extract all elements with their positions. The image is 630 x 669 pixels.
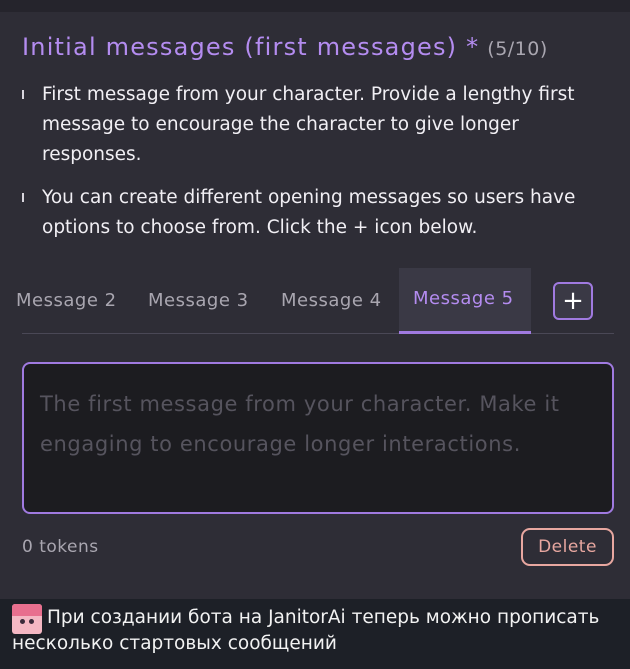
instruction-item: First message from your character. Provi… — [22, 80, 602, 170]
message-tabs: Message 2 Message 3 Message 4 Message 5 … — [16, 268, 614, 334]
tab-message-3[interactable]: Message 3 — [148, 268, 249, 334]
plus-icon: + — [562, 286, 584, 316]
token-count: 0 tokens — [22, 537, 99, 557]
message-counter: (5/10) — [487, 38, 548, 60]
add-message-button[interactable]: + — [553, 282, 593, 320]
section-title: Initial messages (first messages) * (5/10… — [22, 33, 548, 61]
bullet-icon — [22, 90, 24, 99]
instruction-item: You can create different opening message… — [22, 183, 602, 243]
tab-message-5[interactable]: Message 5 — [399, 268, 531, 334]
instructions-list: First message from your character. Provi… — [22, 80, 602, 256]
top-strip — [0, 0, 630, 12]
caption-bar: При создании бота на JanitorAi теперь мо… — [0, 599, 630, 669]
instruction-text: First message from your character. Provi… — [42, 84, 575, 165]
bullet-icon — [22, 193, 24, 202]
section-title-text: Initial messages (first messages) * — [22, 33, 480, 61]
tab-message-2[interactable]: Message 2 — [16, 268, 128, 334]
instruction-text: You can create different opening message… — [42, 187, 576, 238]
tab-message-4[interactable]: Message 4 — [281, 268, 382, 334]
first-message-input[interactable] — [22, 362, 614, 514]
caption-text: При создании бота на JanitorAi теперь мо… — [12, 607, 600, 654]
delete-button[interactable]: Delete — [521, 528, 614, 566]
